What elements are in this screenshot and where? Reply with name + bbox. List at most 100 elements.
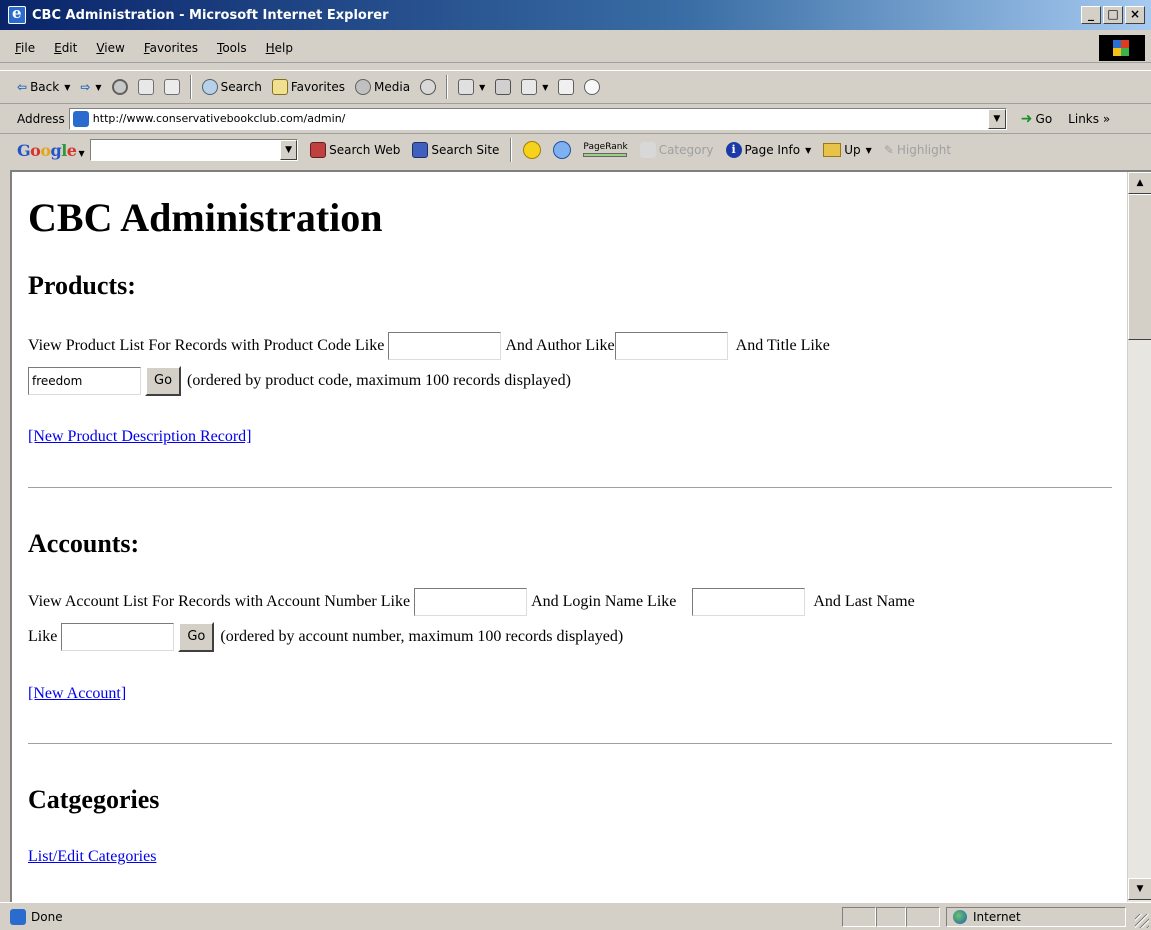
back-label: Back xyxy=(30,80,60,94)
edit-button[interactable]: ▼ xyxy=(516,79,553,95)
window-titlebar[interactable]: CBC Administration - Microsoft Internet … xyxy=(0,0,1151,30)
author-input[interactable] xyxy=(614,332,728,360)
back-arrow-icon: ⇦ xyxy=(17,80,28,94)
vertical-scrollbar[interactable]: ▲ ▼ xyxy=(1127,172,1151,902)
favorites-button[interactable]: Favorites xyxy=(267,79,350,95)
google-search-dropdown-icon[interactable]: ▼ xyxy=(280,140,298,160)
browser-viewport[interactable]: CBC Administration Products: View Produc… xyxy=(10,170,1151,902)
account-number-input[interactable] xyxy=(414,588,528,616)
category-button[interactable]: Category xyxy=(634,142,720,158)
highlight-label: Highlight xyxy=(896,143,952,157)
accounts-filter-line-1: View Account List For Records with Accou… xyxy=(28,588,915,616)
section-divider xyxy=(28,487,1112,489)
go-label: Go xyxy=(1035,111,1053,126)
go-button[interactable]: ➜ Go xyxy=(1021,111,1052,127)
resize-grip-icon[interactable] xyxy=(1135,914,1149,928)
products-go-button[interactable]: Go xyxy=(145,366,182,396)
accounts-number-label: View Account List For Records with Accou… xyxy=(28,593,411,610)
address-url[interactable]: http://www.conservativebookclub.com/admi… xyxy=(93,112,346,125)
status-pane-progress xyxy=(842,907,876,927)
forward-dropdown-icon[interactable]: ▼ xyxy=(95,83,101,92)
highlight-button[interactable]: ✎ Highlight xyxy=(878,143,957,157)
print-button[interactable] xyxy=(490,79,516,95)
back-dropdown-icon[interactable]: ▼ xyxy=(64,83,70,92)
forward-arrow-icon: ⇨ xyxy=(80,80,91,94)
product-code-input[interactable] xyxy=(388,332,502,360)
new-product-description-link[interactable]: [New Product Description Record] xyxy=(28,428,252,446)
home-button[interactable] xyxy=(159,79,185,95)
discuss-icon xyxy=(558,79,575,95)
refresh-button[interactable] xyxy=(133,79,159,95)
discuss-button[interactable] xyxy=(553,79,579,95)
messenger-icon xyxy=(584,79,601,95)
menu-file[interactable]: File xyxy=(15,41,35,55)
page-info-button[interactable]: i Page Info ▼ xyxy=(720,142,818,158)
back-button[interactable]: ⇦ Back ▼ xyxy=(12,80,75,94)
info-icon: i xyxy=(725,142,742,158)
google-menu-dropdown-icon[interactable]: ▼ xyxy=(78,148,84,158)
close-button[interactable]: × xyxy=(1125,6,1145,24)
scroll-thumb[interactable] xyxy=(1128,194,1151,340)
google-search-input[interactable]: ▼ xyxy=(90,139,299,161)
links-button[interactable]: Links » xyxy=(1068,112,1110,126)
up-dropdown-icon[interactable]: ▼ xyxy=(866,146,872,155)
page-info-dropdown-icon[interactable]: ▼ xyxy=(805,146,811,155)
ie-app-icon[interactable] xyxy=(8,4,26,24)
menu-help[interactable]: Help xyxy=(266,41,293,55)
history-button[interactable] xyxy=(415,79,441,95)
address-input[interactable]: http://www.conservativebookclub.com/admi… xyxy=(68,107,1007,130)
edit-dropdown-icon[interactable]: ▼ xyxy=(542,83,548,92)
scroll-down-button[interactable]: ▼ xyxy=(1128,878,1151,900)
title-input[interactable] xyxy=(28,367,141,395)
page-title: CBC Administration xyxy=(28,195,383,240)
menu-edit[interactable]: Edit xyxy=(54,41,77,55)
pagerank-indicator[interactable]: PageRank xyxy=(577,143,633,157)
products-heading: Products: xyxy=(28,271,136,300)
login-name-input[interactable] xyxy=(692,588,806,616)
toolbar-separator xyxy=(446,75,449,99)
products-author-label: And Author Like xyxy=(505,337,615,354)
mail-button[interactable]: ▼ xyxy=(453,79,490,95)
search-site-button[interactable]: Search Site xyxy=(406,142,505,158)
accounts-lastname-label: And Last Name xyxy=(813,593,915,610)
google-logo[interactable]: Google ▼ xyxy=(17,141,85,160)
status-pane-secure xyxy=(876,907,906,927)
globe-icon xyxy=(953,910,967,924)
page-done-icon xyxy=(10,908,26,925)
menu-tools[interactable]: Tools xyxy=(217,41,247,55)
up-button[interactable]: Up ▼ xyxy=(817,143,878,157)
last-name-input[interactable] xyxy=(61,623,175,651)
accounts-filter-line-2: Like Go (ordered by account number, maxi… xyxy=(28,622,623,652)
minimize-button[interactable]: _ xyxy=(1081,6,1101,24)
security-zone[interactable]: Internet xyxy=(946,907,1126,927)
maximize-button[interactable]: □ xyxy=(1103,6,1123,24)
search-web-button[interactable]: Search Web xyxy=(304,142,406,158)
accounts-go-button[interactable]: Go xyxy=(178,622,215,652)
messenger-button[interactable] xyxy=(579,79,605,95)
list-edit-categories-link[interactable]: List/Edit Categories xyxy=(28,848,156,866)
folder-up-icon xyxy=(823,143,842,157)
menu-view[interactable]: View xyxy=(96,41,124,55)
address-dropdown-icon[interactable]: ▼ xyxy=(987,108,1006,129)
menu-favorites[interactable]: Favorites xyxy=(144,41,198,55)
accounts-note: (ordered by account number, maximum 100 … xyxy=(220,628,624,645)
google-toolbar: Google ▼ ▼ Search Web Search Site PageRan… xyxy=(0,134,1151,166)
stop-button[interactable] xyxy=(107,79,133,95)
vote-sad-button[interactable] xyxy=(547,141,577,159)
vote-happy-button[interactable] xyxy=(517,141,547,159)
new-account-link[interactable]: [New Account] xyxy=(28,685,126,703)
page-info-label: Page Info xyxy=(744,143,801,157)
pagerank-label: PageRank xyxy=(583,142,628,152)
mail-icon xyxy=(458,79,475,95)
media-label: Media xyxy=(374,80,411,94)
media-button[interactable]: Media xyxy=(350,79,415,95)
search-label: Search xyxy=(220,80,262,94)
favorites-label: Favorites xyxy=(290,80,346,94)
accounts-login-label: And Login Name Like xyxy=(531,593,677,610)
binoculars-icon xyxy=(310,142,327,158)
forward-button[interactable]: ⇨ ▼ xyxy=(75,80,106,94)
mail-dropdown-icon[interactable]: ▼ xyxy=(479,83,485,92)
scroll-up-button[interactable]: ▲ xyxy=(1128,172,1151,194)
refresh-icon xyxy=(137,79,154,95)
search-button[interactable]: Search xyxy=(197,79,267,95)
